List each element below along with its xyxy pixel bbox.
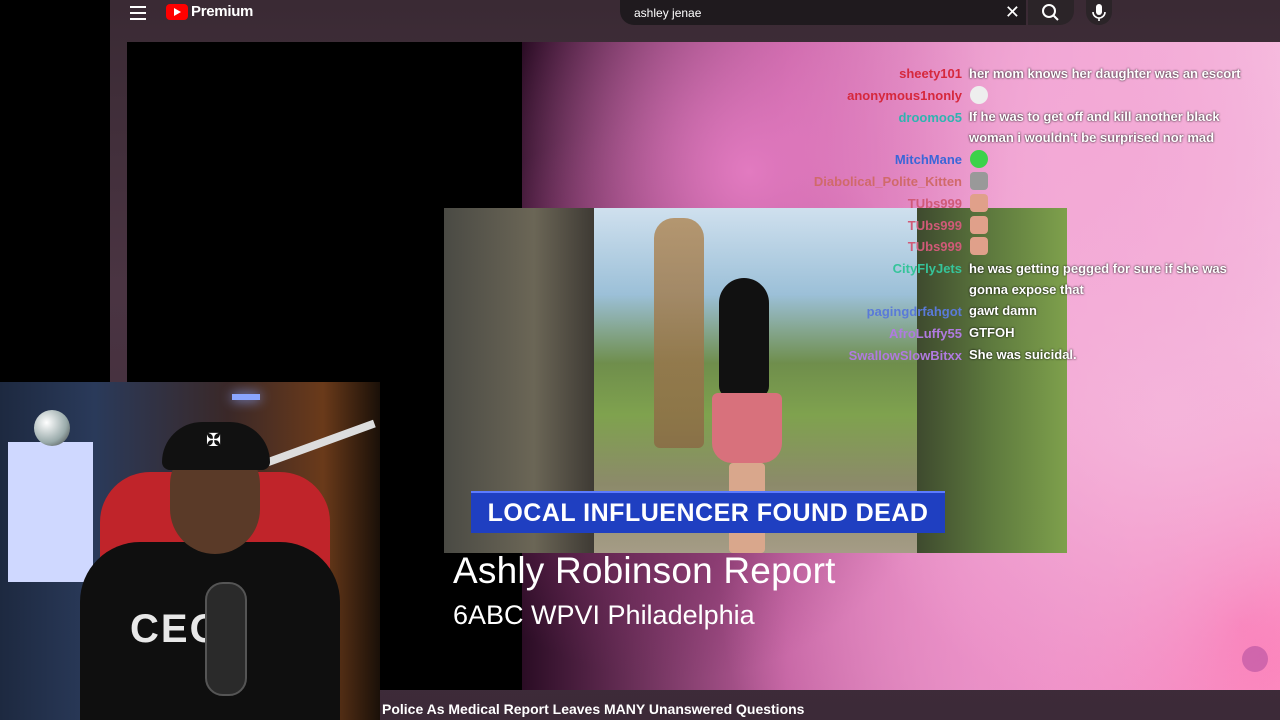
report-title: Ashly Robinson Report — [453, 550, 836, 591]
voice-search-button[interactable] — [1086, 0, 1112, 25]
disco-ball-icon — [34, 410, 70, 446]
youtube-play-icon — [166, 3, 188, 20]
woman-figure-skirt — [712, 393, 782, 463]
clear-search-icon[interactable]: ✕ — [1005, 3, 1020, 21]
microphone — [205, 582, 247, 696]
brand-label: Premium — [191, 3, 254, 20]
search-input[interactable] — [620, 4, 996, 21]
cap-logo-icon: ✠ — [206, 430, 222, 450]
search-button[interactable] — [1028, 0, 1074, 25]
woman-figure-hair — [719, 278, 769, 398]
video-title[interactable]: Police As Medical Report Leaves MANY Una… — [382, 701, 804, 717]
news-clip: LOCAL INFLUENCER FOUND DEAD — [444, 208, 1067, 553]
streamer-webcam: CEO ✠ — [0, 382, 380, 720]
top-bar: Premium ✕ — [110, 0, 1280, 26]
giraffe-shape — [654, 218, 704, 448]
microphone-icon — [1092, 4, 1106, 21]
ceiling-light — [232, 394, 260, 400]
search-icon — [1042, 4, 1059, 21]
webcam-window-light — [8, 442, 93, 582]
search-box: ✕ — [620, 0, 1026, 25]
news-lower-third: LOCAL INFLUENCER FOUND DEAD — [471, 491, 945, 533]
lower-third-text: LOCAL INFLUENCER FOUND DEAD — [487, 498, 929, 527]
channel-watermark-icon[interactable] — [1242, 646, 1268, 672]
hamburger-menu-icon[interactable] — [130, 6, 146, 20]
youtube-premium-logo[interactable]: Premium — [166, 3, 253, 20]
report-subtitle: 6ABC WPVI Philadelphia — [453, 600, 755, 630]
